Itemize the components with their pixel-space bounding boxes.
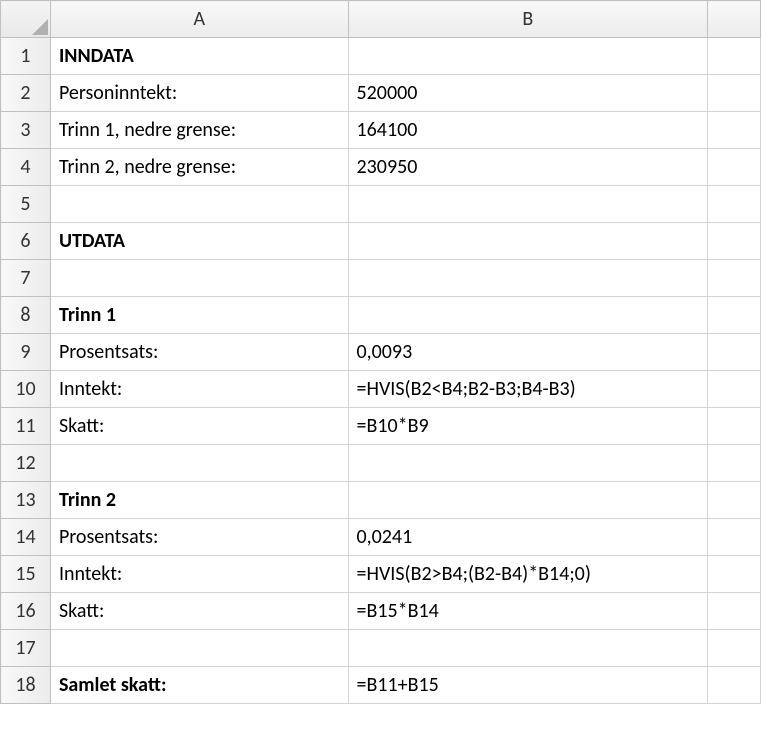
row-header-8[interactable]: 8: [1, 297, 51, 334]
cell-c3[interactable]: [708, 112, 761, 149]
cell-a4[interactable]: Trinn 2, nedre grense:: [50, 149, 348, 186]
column-header-a[interactable]: A: [50, 1, 348, 38]
cell-c8[interactable]: [708, 297, 761, 334]
cell-c12[interactable]: [708, 445, 761, 482]
cell-b17[interactable]: [348, 630, 708, 667]
row-header-4[interactable]: 4: [1, 149, 51, 186]
cell-b14[interactable]: 0,0241: [348, 519, 708, 556]
cell-b5[interactable]: [348, 186, 708, 223]
cell-a13[interactable]: Trinn 2: [50, 482, 348, 519]
row-header-16[interactable]: 16: [1, 593, 51, 630]
cell-a11[interactable]: Skatt:: [50, 408, 348, 445]
cell-b10[interactable]: =HVIS(B2<B4;B2-B3;B4-B3): [348, 371, 708, 408]
cell-b3[interactable]: 164100: [348, 112, 708, 149]
cell-b13[interactable]: [348, 482, 708, 519]
column-header-row: A B: [1, 1, 761, 38]
cell-a8[interactable]: Trinn 1: [50, 297, 348, 334]
cell-a5[interactable]: [50, 186, 348, 223]
cell-b11[interactable]: =B10*B9: [348, 408, 708, 445]
column-header-c[interactable]: [708, 1, 761, 38]
row-2: 2 Personinntekt: 520000: [1, 75, 761, 112]
row-header-9[interactable]: 9: [1, 334, 51, 371]
row-header-18[interactable]: 18: [1, 667, 51, 704]
cell-c5[interactable]: [708, 186, 761, 223]
cell-b2[interactable]: 520000: [348, 75, 708, 112]
row-11: 11 Skatt: =B10*B9: [1, 408, 761, 445]
cell-a9[interactable]: Prosentsats:: [50, 334, 348, 371]
cell-a2[interactable]: Personinntekt:: [50, 75, 348, 112]
spreadsheet-grid: A B 1 INNDATA 2 Personinntekt: 520000 3 …: [0, 0, 761, 704]
row-12: 12: [1, 445, 761, 482]
row-header-17[interactable]: 17: [1, 630, 51, 667]
cell-a1[interactable]: INNDATA: [50, 38, 348, 75]
cell-b16[interactable]: =B15*B14: [348, 593, 708, 630]
cell-b4[interactable]: 230950: [348, 149, 708, 186]
cell-b9[interactable]: 0,0093: [348, 334, 708, 371]
cell-c4[interactable]: [708, 149, 761, 186]
row-5: 5: [1, 186, 761, 223]
row-3: 3 Trinn 1, nedre grense: 164100: [1, 112, 761, 149]
select-all-corner[interactable]: [1, 1, 51, 38]
row-10: 10 Inntekt: =HVIS(B2<B4;B2-B3;B4-B3): [1, 371, 761, 408]
row-14: 14 Prosentsats: 0,0241: [1, 519, 761, 556]
cell-a17[interactable]: [50, 630, 348, 667]
row-header-1[interactable]: 1: [1, 38, 51, 75]
row-18: 18 Samlet skatt: =B11+B15: [1, 667, 761, 704]
row-13: 13 Trinn 2: [1, 482, 761, 519]
row-header-13[interactable]: 13: [1, 482, 51, 519]
row-1: 1 INNDATA: [1, 38, 761, 75]
row-header-7[interactable]: 7: [1, 260, 51, 297]
cell-c17[interactable]: [708, 630, 761, 667]
cell-a7[interactable]: [50, 260, 348, 297]
cell-b1[interactable]: [348, 38, 708, 75]
row-header-10[interactable]: 10: [1, 371, 51, 408]
cell-c18[interactable]: [708, 667, 761, 704]
row-header-11[interactable]: 11: [1, 408, 51, 445]
cell-a10[interactable]: Inntekt:: [50, 371, 348, 408]
row-17: 17: [1, 630, 761, 667]
cell-c10[interactable]: [708, 371, 761, 408]
row-header-2[interactable]: 2: [1, 75, 51, 112]
cell-a14[interactable]: Prosentsats:: [50, 519, 348, 556]
row-header-15[interactable]: 15: [1, 556, 51, 593]
cell-b18[interactable]: =B11+B15: [348, 667, 708, 704]
cell-c2[interactable]: [708, 75, 761, 112]
cell-b6[interactable]: [348, 223, 708, 260]
row-header-3[interactable]: 3: [1, 112, 51, 149]
row-8: 8 Trinn 1: [1, 297, 761, 334]
cell-c7[interactable]: [708, 260, 761, 297]
cell-c1[interactable]: [708, 38, 761, 75]
column-header-b[interactable]: B: [348, 1, 708, 38]
row-header-12[interactable]: 12: [1, 445, 51, 482]
cell-b7[interactable]: [348, 260, 708, 297]
cell-c14[interactable]: [708, 519, 761, 556]
cell-b8[interactable]: [348, 297, 708, 334]
cell-a12[interactable]: [50, 445, 348, 482]
row-6: 6 UTDATA: [1, 223, 761, 260]
cell-a3[interactable]: Trinn 1, nedre grense:: [50, 112, 348, 149]
cell-c15[interactable]: [708, 556, 761, 593]
row-7: 7: [1, 260, 761, 297]
row-9: 9 Prosentsats: 0,0093: [1, 334, 761, 371]
cell-c13[interactable]: [708, 482, 761, 519]
cell-a6[interactable]: UTDATA: [50, 223, 348, 260]
cell-c11[interactable]: [708, 408, 761, 445]
cell-a16[interactable]: Skatt:: [50, 593, 348, 630]
row-header-5[interactable]: 5: [1, 186, 51, 223]
row-4: 4 Trinn 2, nedre grense: 230950: [1, 149, 761, 186]
row-15: 15 Inntekt: =HVIS(B2>B4;(B2-B4)*B14;0): [1, 556, 761, 593]
cell-c16[interactable]: [708, 593, 761, 630]
row-header-14[interactable]: 14: [1, 519, 51, 556]
cell-b12[interactable]: [348, 445, 708, 482]
row-16: 16 Skatt: =B15*B14: [1, 593, 761, 630]
cell-c6[interactable]: [708, 223, 761, 260]
cell-a18[interactable]: Samlet skatt:: [50, 667, 348, 704]
cell-c9[interactable]: [708, 334, 761, 371]
cell-b15[interactable]: =HVIS(B2>B4;(B2-B4)*B14;0): [348, 556, 708, 593]
row-header-6[interactable]: 6: [1, 223, 51, 260]
cell-a15[interactable]: Inntekt:: [50, 556, 348, 593]
